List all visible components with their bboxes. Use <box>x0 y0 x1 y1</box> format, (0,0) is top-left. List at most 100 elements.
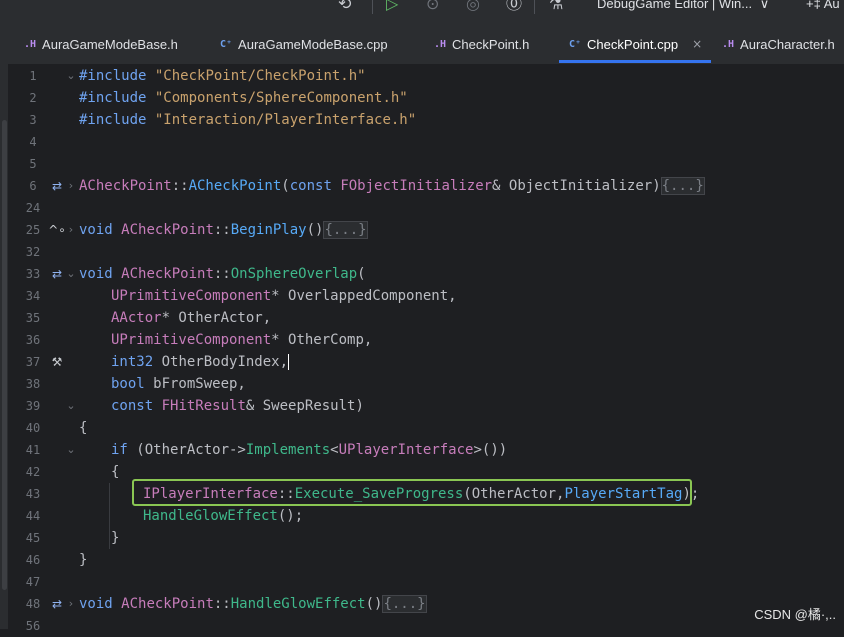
string-literal: "Components/SphereComponent.h" <box>154 90 408 106</box>
tab-auracharacter-h[interactable]: .H AuraCharacter.h <box>722 24 835 64</box>
line-number: 36 <box>25 333 41 347</box>
fold-closed-icon[interactable]: › <box>64 175 78 197</box>
function-name: HandleGlowEffect <box>230 596 366 612</box>
line-number: 41 <box>25 443 41 457</box>
class-name: ACheckPoint <box>79 178 172 194</box>
fold-open-icon[interactable]: ⌄ <box>64 439 78 461</box>
add-icon: +‡ <box>806 0 824 11</box>
string-literal: "CheckPoint/CheckPoint.h" <box>154 68 366 84</box>
run-target-button[interactable]: +‡ Au <box>806 0 840 13</box>
main-toolbar: ⟲ ▷ ⊙ ◎ ⓪ ⚗ DebugGame Editor | Win... ∨ … <box>0 0 844 24</box>
keyword: void <box>79 222 113 238</box>
fold-closed-icon[interactable]: › <box>64 219 78 241</box>
scope-operator: :: <box>213 596 231 612</box>
class-name: UPlayerInterface <box>338 442 474 458</box>
function-name: BeginPlay <box>230 222 307 238</box>
folded-region[interactable]: {...} <box>323 221 368 239</box>
tab-auragamemodebase-h[interactable]: .H AuraGameModeBase.h <box>24 24 178 64</box>
chevron-down-icon: ∨ <box>759 0 770 11</box>
punctuation: } <box>79 552 88 568</box>
code-line: } <box>79 549 87 571</box>
cpp-file-icon: C⁺ <box>569 38 582 50</box>
type-name: FObjectInitializer <box>340 178 493 194</box>
keyword: #include <box>79 112 147 128</box>
type-name: FHitResult <box>161 398 246 414</box>
fold-open-icon[interactable]: ⌄ <box>64 65 78 87</box>
header-file-icon: .H <box>24 38 37 50</box>
debug-run-icon[interactable]: ▷ <box>386 0 398 14</box>
line-number: 37 <box>25 355 41 369</box>
folded-region[interactable]: {...} <box>660 177 705 195</box>
tab-label: CheckPoint.h <box>452 36 530 52</box>
function-name: HandleGlowEffect <box>143 508 278 524</box>
line-number: 2 <box>29 91 37 105</box>
run-target-label: Au <box>823 0 840 11</box>
sync-icon[interactable]: ⟲ <box>338 0 351 14</box>
code-line: #include "CheckPoint/CheckPoint.h" <box>79 65 366 87</box>
class-name: ACheckPoint <box>121 266 214 282</box>
run-config-selector[interactable]: DebugGame Editor | Win... ∨ <box>597 0 769 13</box>
tab-checkpoint-cpp[interactable]: C⁺ CheckPoint.cpp × <box>569 24 702 64</box>
line-number: 3 <box>29 113 37 127</box>
fold-open-icon[interactable]: ⌄ <box>64 263 78 285</box>
line-number: 39 <box>25 399 41 413</box>
line-number: 56 <box>25 619 41 633</box>
hammer-icon[interactable]: ⚒ <box>48 351 66 373</box>
line-number: 43 <box>25 487 41 501</box>
code-line: AActor* OtherActor, <box>111 307 271 329</box>
string-literal: "Interaction/PlayerInterface.h" <box>154 112 417 128</box>
tab-label: AuraGameModeBase.h <box>42 36 178 52</box>
punctuation: } <box>111 530 120 546</box>
code-line: #include "Interaction/PlayerInterface.h" <box>79 109 416 131</box>
code-line: } <box>111 527 119 549</box>
keyword: #include <box>79 68 147 84</box>
punctuation: (); <box>277 508 304 524</box>
line-number: 47 <box>25 575 41 589</box>
folded-region[interactable]: {...} <box>382 595 427 613</box>
unreal-icon[interactable]: ⓪ <box>506 0 522 14</box>
fold-closed-icon[interactable]: › <box>64 593 78 615</box>
keyword: void <box>79 596 113 612</box>
tab-auragamemodebase-cpp[interactable]: C⁺ AuraGameModeBase.cpp <box>220 24 388 64</box>
code-line: { <box>111 461 119 483</box>
keyword: #include <box>79 90 147 106</box>
fold-open-icon[interactable]: ⌄ <box>64 395 78 417</box>
highlight-annotation-box <box>132 479 692 506</box>
tab-checkpoint-h[interactable]: .H CheckPoint.h <box>434 24 529 64</box>
punctuation: ( <box>357 266 366 282</box>
punctuation: () <box>365 596 383 612</box>
keyword: const <box>111 398 154 414</box>
keyword: int32 <box>111 354 154 370</box>
code-line: void ACheckPoint::OnSphereOverlap( <box>79 263 366 285</box>
parameter-text: bFromSweep, <box>144 376 246 392</box>
toolbar-separator <box>372 0 373 14</box>
keyword: if <box>111 442 128 458</box>
stop-icon[interactable]: ◎ <box>466 0 480 14</box>
code-line: UPrimitiveComponent* OverlappedComponent… <box>111 285 457 307</box>
cpp-file-icon: C⁺ <box>220 38 233 50</box>
keyword: void <box>79 266 113 282</box>
function-name: OnSphereOverlap <box>230 266 358 282</box>
parameter-text: * OtherComp, <box>271 332 373 348</box>
code-editor[interactable]: 1 2 3 4 5 6 24 25 32 33 34 35 36 37 38 3… <box>8 64 844 633</box>
code-line: void ACheckPoint::BeginPlay(){...} <box>79 219 368 241</box>
line-number: 32 <box>25 245 41 259</box>
step-icon[interactable]: ⊙ <box>426 0 439 14</box>
punctuation: ( <box>281 178 290 194</box>
line-number: 34 <box>25 289 41 303</box>
parameter-text: & ObjectInitializer) <box>492 178 661 194</box>
keyword: bool <box>111 376 145 392</box>
close-icon[interactable]: × <box>692 37 702 51</box>
watermark: CSDN @橘·,.. <box>754 607 836 622</box>
function-name: ACheckPoint <box>188 178 282 194</box>
line-number: 4 <box>29 135 37 149</box>
scope-operator: :: <box>171 178 189 194</box>
code-line: #include "Components/SphereComponent.h" <box>79 87 408 109</box>
punctuation: >()) <box>473 442 508 458</box>
left-tool-strip <box>0 64 8 629</box>
scrollbar-thumb[interactable] <box>2 120 7 590</box>
punctuation: { <box>111 464 120 480</box>
line-number: 38 <box>25 377 41 391</box>
profile-icon[interactable]: ⚗ <box>549 0 563 14</box>
code-line: bool bFromSweep, <box>111 373 246 395</box>
